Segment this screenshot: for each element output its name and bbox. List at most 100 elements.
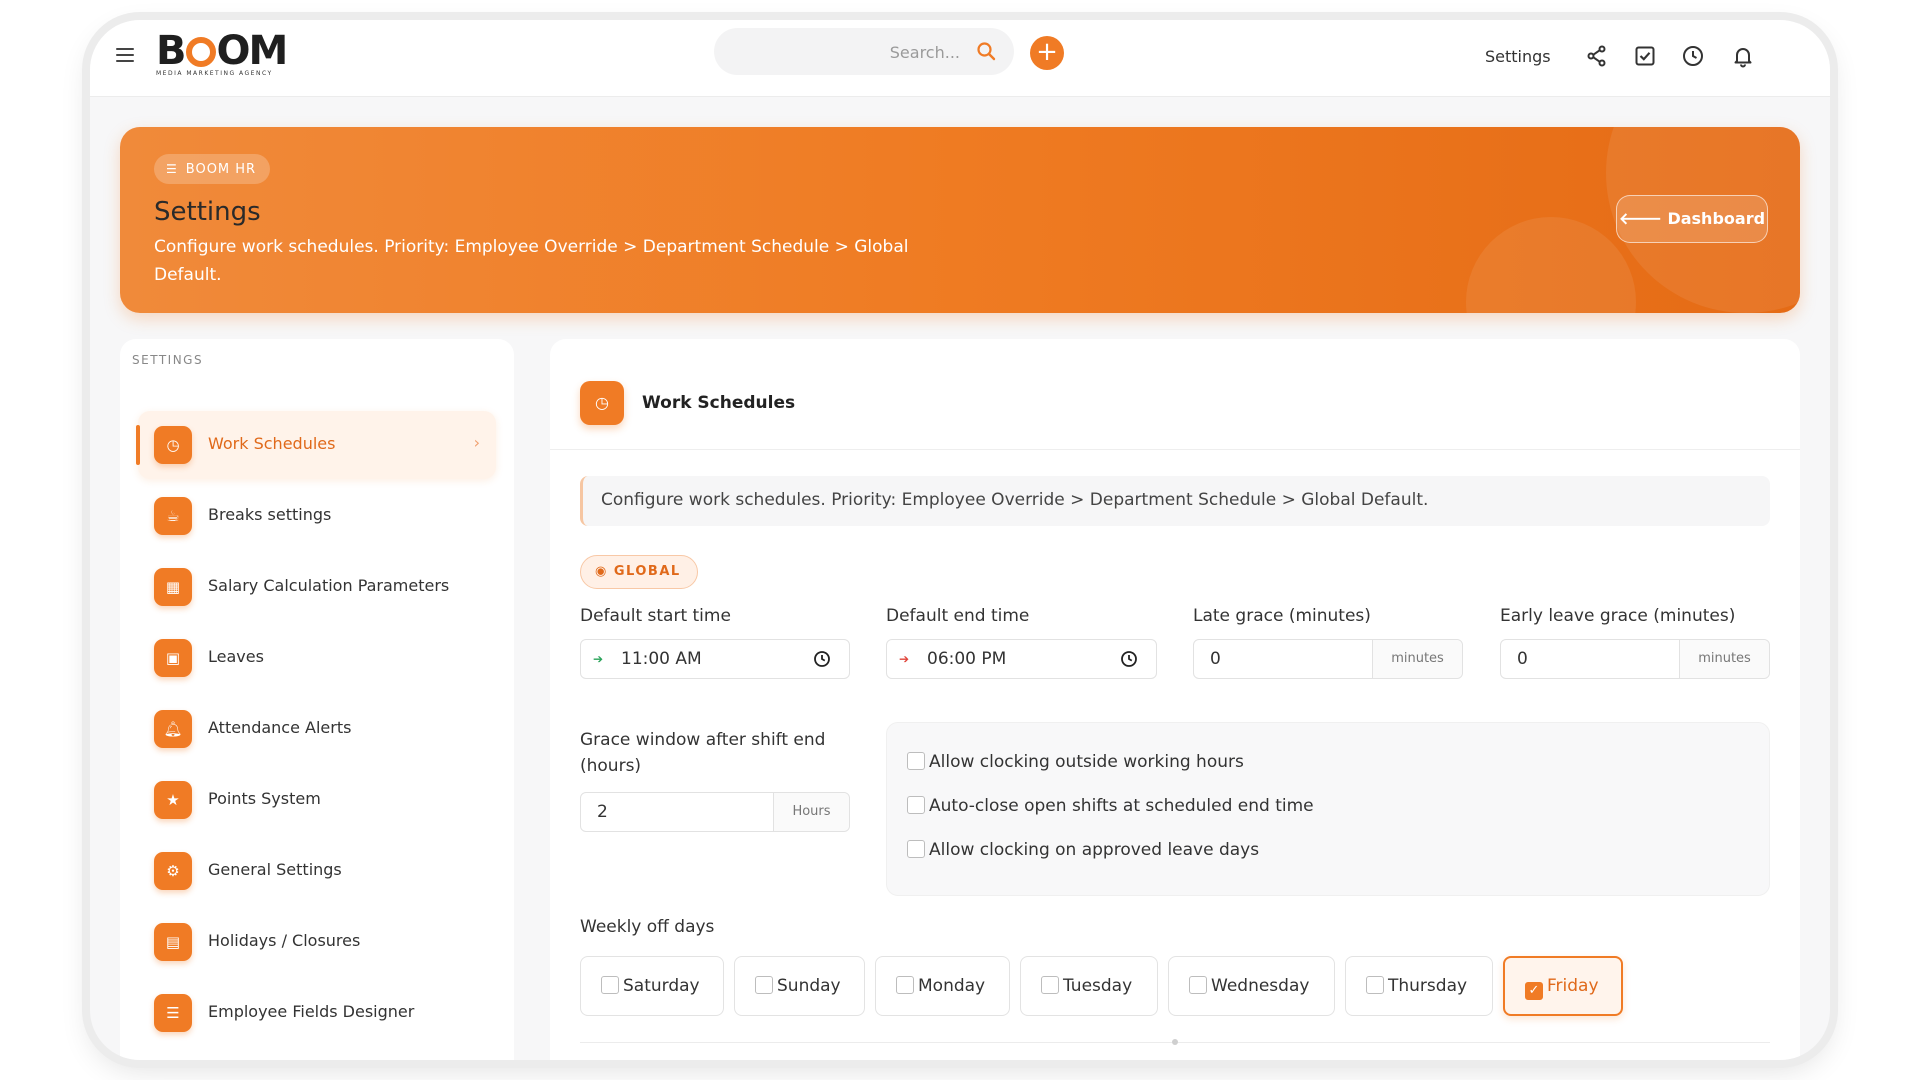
sidebar-item-work-schedules[interactable]: ◷ Work Schedules › — [136, 411, 496, 479]
dashboard-button[interactable]: 🡐 Dashboard — [1616, 195, 1768, 243]
logo[interactable]: B OM MEDIA MARKETING AGENCY — [156, 30, 296, 82]
sidebar-item-holidays-closures[interactable]: ▤ Holidays / Closures — [138, 908, 496, 976]
option-label: Allow clocking outside working hours — [929, 752, 1244, 772]
page-header-banner: ☰ BOOM HR Settings Configure work schedul… — [120, 127, 1800, 313]
day-toggle-friday[interactable]: ✓ Friday — [1503, 956, 1623, 1016]
sidebar-item-general-settings[interactable]: ⚙ General Settings — [138, 837, 496, 905]
settings-sidebar: SETTINGS ◷ Work Schedules › ☕ Breaks set… — [120, 339, 514, 1060]
task-check-icon[interactable] — [1633, 44, 1657, 68]
early-leave-grace-unit: minutes — [1679, 640, 1769, 678]
panel-header: ◷ Work Schedules — [550, 339, 1800, 450]
option-auto-close-shifts[interactable]: Auto-close open shifts at scheduled end … — [907, 796, 1314, 816]
gear-icon: ⚙ — [154, 852, 192, 890]
bell-icon: 🔔︎ — [154, 710, 192, 748]
divider-dot — [1172, 1039, 1178, 1045]
checkbox[interactable] — [755, 976, 773, 994]
module-badge: ☰ BOOM HR — [154, 154, 271, 184]
sidebar-item-employee-fields-designer[interactable]: ☰ Employee Fields Designer — [138, 979, 496, 1047]
dashboard-button-label: Dashboard — [1667, 209, 1766, 228]
checkbox[interactable] — [907, 752, 925, 770]
share-icon[interactable] — [1585, 44, 1609, 68]
decorative-circle — [1466, 217, 1636, 313]
sidebar-item-label: Leaves — [208, 647, 264, 666]
option-label: Auto-close open shifts at scheduled end … — [929, 796, 1314, 816]
end-time-label: Default end time — [886, 606, 1030, 626]
arrow-left-icon: 🡐 — [1618, 209, 1668, 228]
add-button[interactable]: + — [1030, 36, 1064, 70]
early-leave-grace-input[interactable]: 0 minutes — [1500, 639, 1770, 679]
history-clock-icon[interactable] — [1681, 44, 1705, 68]
checkbox[interactable] — [1041, 976, 1059, 994]
page-title: Settings — [154, 197, 261, 227]
coffee-icon: ☕ — [154, 497, 192, 535]
sidebar-item-points-system[interactable]: ★ Points System — [138, 766, 496, 834]
weekly-off-label: Weekly off days — [580, 917, 715, 937]
end-time-input[interactable]: ➔ 06:00 PM — [886, 639, 1157, 679]
sidebar-item-salary-calculation[interactable]: ▦ Salary Calculation Parameters — [138, 553, 496, 621]
clock-icon: ◷ — [580, 381, 624, 425]
checkbox[interactable] — [601, 976, 619, 994]
checkbox[interactable] — [1366, 976, 1384, 994]
info-note: Configure work schedules. Priority: Empl… — [580, 476, 1770, 526]
sidebar-item-label: General Settings — [208, 860, 342, 879]
top-bar: BOM MEDIA MARKETING AGENCY + Settings — [90, 20, 1830, 97]
checkbox-checked[interactable]: ✓ — [1525, 982, 1543, 1000]
day-toggle-wednesday[interactable]: Wednesday — [1168, 956, 1335, 1016]
start-time-label: Default start time — [580, 606, 731, 626]
clock-icon: ◷ — [154, 426, 192, 464]
day-toggle-sunday[interactable]: Sunday — [734, 956, 865, 1016]
clock-icon[interactable] — [1120, 650, 1138, 672]
late-grace-unit: minutes — [1372, 640, 1462, 678]
sign-in-icon: ➔ — [593, 652, 604, 666]
calendar-check-icon: ▤ — [154, 923, 192, 961]
start-time-value: 11:00 AM — [621, 649, 702, 669]
checkbox[interactable] — [907, 840, 925, 858]
option-label: Allow clocking on approved leave days — [929, 840, 1260, 860]
clock-icon[interactable] — [813, 650, 831, 672]
sign-out-icon: ➔ — [899, 652, 910, 666]
sidebar-item-more[interactable] — [138, 1050, 496, 1060]
chevron-right-icon: › — [473, 433, 480, 452]
search-input[interactable] — [734, 40, 960, 64]
sidebar-item-breaks-settings[interactable]: ☕ Breaks settings — [138, 482, 496, 550]
panel-title: Work Schedules — [642, 393, 796, 413]
sidebar-item-label: Holidays / Closures — [208, 931, 361, 950]
grace-window-value: 2 — [597, 802, 608, 822]
day-label: Monday — [918, 976, 986, 996]
day-label: Thursday — [1388, 976, 1468, 996]
late-grace-input[interactable]: 0 minutes — [1193, 639, 1463, 679]
day-label: Saturday — [623, 976, 700, 996]
end-time-value: 06:00 PM — [927, 649, 1007, 669]
day-toggle-saturday[interactable]: Saturday — [580, 956, 724, 1016]
sliders-icon: ☰ — [166, 162, 178, 176]
sidebar-item-label: Attendance Alerts — [208, 718, 352, 737]
checkbox[interactable] — [907, 796, 925, 814]
logo-wordmark: B OM — [156, 28, 288, 74]
start-time-input[interactable]: ➔ 11:00 AM — [580, 639, 850, 679]
checkbox[interactable] — [896, 976, 914, 994]
day-toggle-monday[interactable]: Monday — [875, 956, 1010, 1016]
option-allow-outside-hours[interactable]: Allow clocking outside working hours — [907, 752, 1244, 772]
option-allow-leave-days[interactable]: Allow clocking on approved leave days — [907, 840, 1259, 860]
sidebar-item-leaves[interactable]: ▣ Leaves — [138, 624, 496, 692]
calculator-icon: ▦ — [154, 568, 192, 606]
sidebar-item-attendance-alerts[interactable]: 🔔︎ Attendance Alerts — [138, 695, 496, 763]
day-toggle-thursday[interactable]: Thursday — [1345, 956, 1493, 1016]
search-bar[interactable] — [714, 28, 1014, 75]
grace-window-input[interactable]: 2 Hours — [580, 792, 850, 832]
menu-icon[interactable] — [116, 48, 134, 62]
work-schedules-panel: ◷ Work Schedules Configure work schedule… — [550, 339, 1800, 1060]
sidebar-item-label: Employee Fields Designer — [208, 1002, 415, 1021]
early-leave-grace-label: Early leave grace (minutes) — [1500, 606, 1736, 626]
app-window: BOM MEDIA MARKETING AGENCY + Settings ☰ B… — [90, 20, 1830, 1060]
bell-icon[interactable] — [1731, 44, 1755, 68]
day-label: Tuesday — [1063, 976, 1133, 996]
search-icon[interactable] — [976, 41, 996, 65]
early-leave-grace-value: 0 — [1517, 649, 1528, 669]
day-toggle-tuesday[interactable]: Tuesday — [1020, 956, 1158, 1016]
grace-window-unit: Hours — [773, 793, 849, 831]
settings-link[interactable]: Settings — [1485, 47, 1551, 66]
clocking-options: Allow clocking outside working hours Aut… — [886, 722, 1770, 896]
scope-badge-label: GLOBAL — [613, 564, 681, 579]
checkbox[interactable] — [1189, 976, 1207, 994]
